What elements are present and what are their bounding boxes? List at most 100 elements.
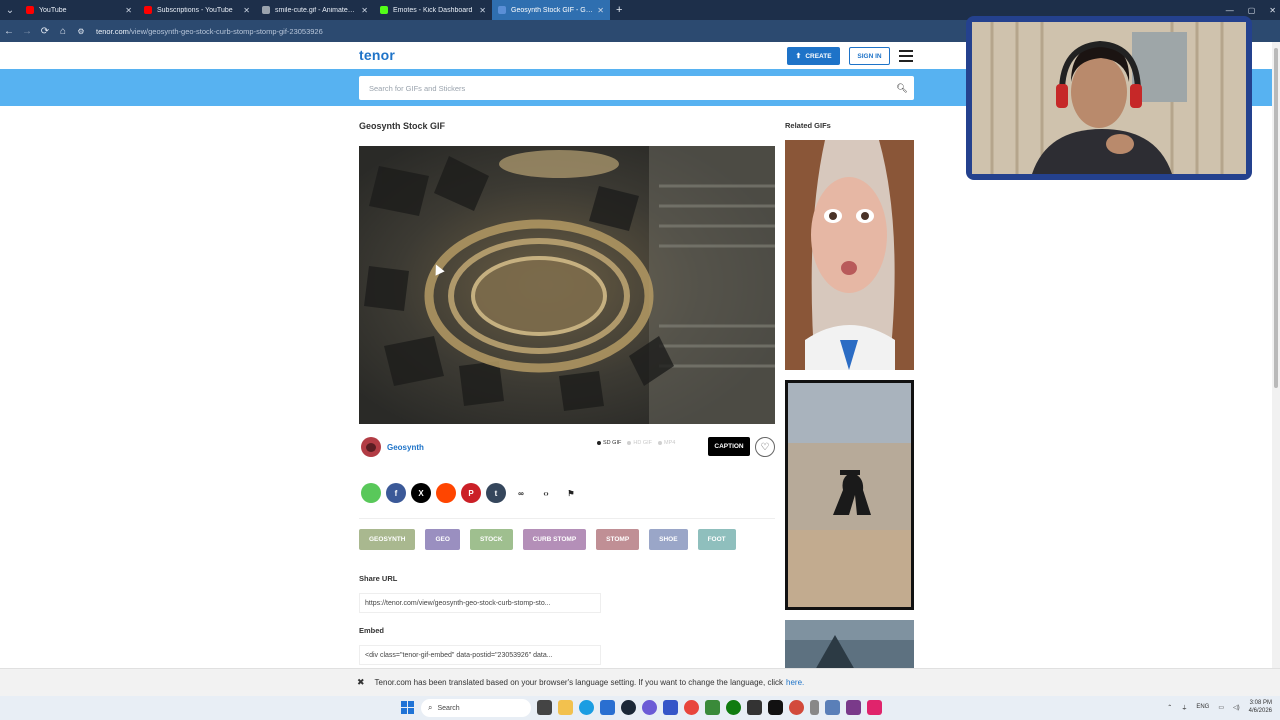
reload-icon[interactable]: ⟳ [36, 26, 54, 37]
link-icon[interactable]: ∞ [511, 483, 531, 503]
maximize-icon[interactable]: ▢ [1248, 6, 1256, 15]
sign-in-button[interactable]: SIGN IN [849, 47, 890, 65]
tab-favicon-icon [380, 6, 388, 14]
webcam-overlay [966, 16, 1252, 180]
webcam-video [972, 22, 1246, 174]
tag-chip[interactable]: FOOT [697, 529, 736, 550]
tab-close-icon[interactable]: ✕ [243, 6, 250, 15]
tag-chip[interactable]: STOCK [469, 529, 513, 550]
url-field[interactable]: tenor.com/view/geosynth-geo-stock-curb-s… [96, 27, 323, 36]
close-window-icon[interactable]: ✕ [1269, 6, 1276, 15]
reddit-icon[interactable] [436, 483, 456, 503]
windows-taskbar: ⌕ Search ⌃ ⏚ ENG ▭ ◁) 3:08 PM 4/6/2026 [0, 696, 1280, 720]
format-label: HD GIF [633, 440, 652, 446]
search-box: 🔍︎ [359, 76, 914, 100]
tag-chip[interactable]: CURB STOMP [522, 529, 587, 550]
format-option[interactable]: MP4 [657, 440, 675, 446]
gif-preview[interactable] [359, 146, 775, 424]
windows-start-icon[interactable] [401, 701, 414, 714]
gif-author[interactable]: Geosynth [361, 437, 424, 457]
tab-favicon-icon [26, 6, 34, 14]
related-gif-2[interactable] [785, 380, 914, 610]
home-icon[interactable]: ⌂ [54, 26, 72, 37]
close-translation-icon[interactable]: ✖ [357, 677, 365, 688]
translation-bar: ✖ Tenor.com has been translated based on… [0, 668, 1280, 696]
tag-chip[interactable]: GEOSYNTH [359, 529, 416, 550]
tumblr-icon[interactable]: t [486, 483, 506, 503]
tab-title: smile-cute.gif - Animated imag [275, 6, 357, 14]
tenor-logo[interactable]: tenor [359, 47, 395, 63]
share-url-field[interactable]: https://tenor.com/view/geosynth-geo-stoc… [359, 593, 601, 613]
page-scrollbar[interactable] [1272, 42, 1280, 668]
format-option[interactable]: HD GIF [627, 440, 652, 446]
related-gif-1[interactable] [785, 140, 914, 370]
format-label: SD GIF [603, 440, 622, 446]
site-info-icon[interactable]: ⚙ [72, 27, 90, 36]
search-icon[interactable]: 🔍︎ [890, 83, 914, 94]
app-icon[interactable] [789, 700, 804, 715]
app-icon[interactable] [846, 700, 861, 715]
app-icon[interactable] [663, 700, 678, 715]
format-option[interactable]: SD GIF [597, 440, 621, 446]
browser-tab[interactable]: Subscriptions - YouTube ✕ [138, 0, 256, 20]
tab-favicon-icon [498, 6, 506, 14]
taskview-icon[interactable] [537, 700, 552, 715]
embed-icon[interactable]: ‹› [536, 483, 556, 503]
app-icon[interactable] [810, 700, 819, 715]
minimize-icon[interactable]: — [1226, 6, 1234, 15]
facebook-icon[interactable]: f [386, 483, 406, 503]
tab-close-icon[interactable]: ✕ [125, 6, 132, 15]
share-icons-row: f X Pt ∞ ‹› ⚑ [361, 483, 581, 503]
browser-tab[interactable]: YouTube ✕ [20, 0, 138, 20]
language-indicator[interactable]: ENG [1196, 704, 1209, 710]
related-gif-3-image [785, 620, 914, 668]
tab-favicon-icon [144, 6, 152, 14]
message-icon[interactable] [361, 483, 381, 503]
tab-close-icon[interactable]: ✕ [597, 6, 604, 15]
chrome-icon[interactable] [684, 700, 699, 715]
embed-code-field[interactable]: <div class="tenor-gif-embed" data-postid… [359, 645, 601, 665]
tab-close-icon[interactable]: ✕ [361, 6, 368, 15]
related-gif-3[interactable] [785, 620, 914, 668]
tab-list-icon[interactable]: ⌄ [0, 0, 20, 20]
store-icon[interactable] [600, 700, 615, 715]
search-input[interactable] [369, 77, 890, 99]
caption-button[interactable]: CAPTION [708, 437, 750, 456]
pinterest-icon[interactable]: P [461, 483, 481, 503]
tag-chip[interactable]: SHOE [649, 529, 688, 550]
browser-tab[interactable]: Geosynth Stock GIF - Geosynth✕ [492, 0, 610, 20]
new-tab-button[interactable]: + [616, 4, 622, 16]
clock[interactable]: 3:08 PM 4/6/2026 [1249, 699, 1272, 715]
app-icon[interactable] [747, 700, 762, 715]
browser-tab[interactable]: smile-cute.gif - Animated imag ✕ [256, 0, 374, 20]
create-button[interactable]: ⬆ CREATE [787, 47, 840, 65]
tiktok-icon[interactable] [768, 700, 783, 715]
app-icon[interactable] [705, 700, 720, 715]
app-icon[interactable] [867, 700, 882, 715]
file-explorer-icon[interactable] [558, 700, 573, 715]
tray-overflow-icon[interactable]: ⌃ [1167, 704, 1172, 711]
x-icon[interactable]: X [411, 483, 431, 503]
browser-tab[interactable]: Emotes - Kick Dashboard ✕ [374, 0, 492, 20]
tag-chip[interactable]: GEO [425, 529, 460, 550]
back-icon[interactable]: ← [0, 26, 18, 37]
app-icon[interactable] [642, 700, 657, 715]
hamburger-menu-icon[interactable] [899, 50, 913, 62]
share-url-label: Share URL [359, 574, 398, 583]
taskbar-search[interactable]: ⌕ Search [421, 699, 531, 717]
tab-favicon-icon [262, 6, 270, 14]
flag-icon[interactable]: ⚑ [561, 483, 581, 503]
favorite-heart-icon[interactable]: ♡ [755, 437, 775, 457]
edge-icon[interactable] [579, 700, 594, 715]
translation-here-link[interactable]: here. [786, 678, 804, 687]
usb-icon[interactable]: ⏚ [1181, 703, 1187, 712]
volume-icon[interactable]: ◁) [1233, 704, 1240, 711]
steam-icon[interactable] [621, 700, 636, 715]
network-icon[interactable]: ▭ [1218, 704, 1224, 711]
app-icon[interactable] [825, 700, 840, 715]
xbox-icon[interactable] [726, 700, 741, 715]
tab-close-icon[interactable]: ✕ [479, 6, 486, 15]
tag-chip[interactable]: STOMP [596, 529, 640, 550]
forward-icon[interactable]: → [18, 26, 36, 37]
tag-list: GEOSYNTH GEO STOCK CURB STOMP STOMP SHOE FOOT [359, 529, 736, 550]
